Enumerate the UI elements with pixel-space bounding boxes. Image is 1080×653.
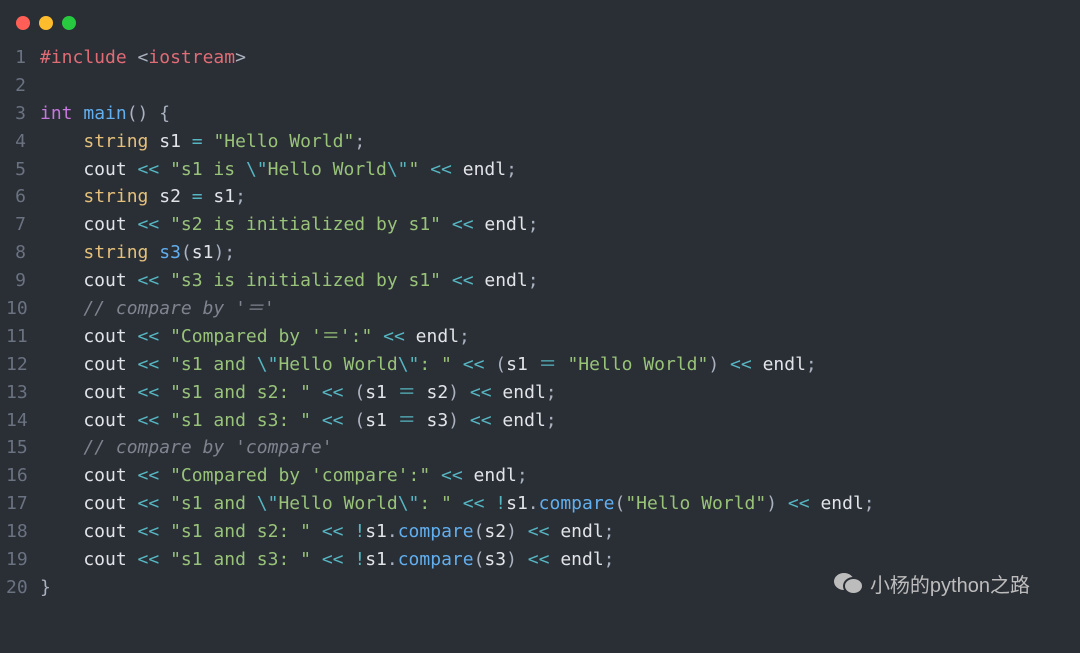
line-number: 12 [6,351,40,379]
code-line[interactable]: 16 cout << "Compared by 'compare':" << e… [6,462,1074,490]
code-line[interactable]: 12 cout << "s1 and \"Hello World\": " <<… [6,351,1074,379]
minimize-icon[interactable] [39,16,53,30]
line-number: 1 [6,44,40,72]
code-line[interactable]: 4 string s1 = "Hello World"; [6,128,1074,156]
line-number: 18 [6,518,40,546]
line-content[interactable]: cout << "s1 and \"Hello World\": " << !s… [40,490,875,518]
code-line[interactable]: 17 cout << "s1 and \"Hello World\": " <<… [6,490,1074,518]
line-number: 14 [6,407,40,435]
line-number: 9 [6,267,40,295]
code-line[interactable]: 2 [6,72,1074,100]
line-content[interactable] [40,72,51,100]
line-number: 5 [6,156,40,184]
code-line[interactable]: 11 cout << "Compared by '＝':" << endl; [6,323,1074,351]
line-content[interactable]: cout << "s2 is initialized by s1" << end… [40,211,539,239]
line-number: 10 [6,295,40,323]
watermark: 小杨的python之路 [834,569,1030,598]
code-line[interactable]: 7 cout << "s2 is initialized by s1" << e… [6,211,1074,239]
code-line[interactable]: 18 cout << "s1 and s2: " << !s1.compare(… [6,518,1074,546]
line-number: 15 [6,434,40,462]
code-line[interactable]: 10 // compare by '＝' [6,295,1074,323]
line-content[interactable]: cout << "s1 and s2: " << (s1 ＝ s2) << en… [40,379,557,407]
line-content[interactable]: string s1 = "Hello World"; [40,128,365,156]
code-line[interactable]: 8 string s3(s1); [6,239,1074,267]
line-number: 11 [6,323,40,351]
line-number: 8 [6,239,40,267]
line-number: 16 [6,462,40,490]
code-line[interactable]: 9 cout << "s3 is initialized by s1" << e… [6,267,1074,295]
line-number: 3 [6,100,40,128]
line-content[interactable]: // compare by 'compare' [40,434,333,462]
line-number: 19 [6,546,40,574]
line-number: 2 [6,72,40,100]
line-content[interactable]: } [40,574,51,602]
line-content[interactable]: // compare by '＝' [40,295,275,323]
line-number: 6 [6,183,40,211]
line-content[interactable]: cout << "s1 and s3: " << (s1 ＝ s3) << en… [40,407,557,435]
code-line[interactable]: 15 // compare by 'compare' [6,434,1074,462]
window-traffic-lights [6,12,1074,44]
line-content[interactable]: cout << "Compared by 'compare':" << endl… [40,462,528,490]
line-number: 13 [6,379,40,407]
line-number: 17 [6,490,40,518]
line-number: 4 [6,128,40,156]
code-line[interactable]: 13 cout << "s1 and s2: " << (s1 ＝ s2) <<… [6,379,1074,407]
code-line[interactable]: 1#include <iostream> [6,44,1074,72]
watermark-text: 小杨的python之路 [870,569,1030,598]
line-content[interactable]: #include <iostream> [40,44,246,72]
line-content[interactable]: int main() { [40,100,170,128]
line-content[interactable]: string s2 = s1; [40,183,246,211]
code-line[interactable]: 3int main() { [6,100,1074,128]
line-content[interactable]: cout << "s1 and \"Hello World\": " << (s… [40,351,817,379]
line-content[interactable]: cout << "s3 is initialized by s1" << end… [40,267,539,295]
code-line[interactable]: 5 cout << "s1 is \"Hello World\"" << end… [6,156,1074,184]
line-number: 7 [6,211,40,239]
line-content[interactable]: cout << "Compared by '＝':" << endl; [40,323,470,351]
line-content[interactable]: cout << "s1 and s3: " << !s1.compare(s3)… [40,546,615,574]
line-content[interactable]: string s3(s1); [40,239,235,267]
line-content[interactable]: cout << "s1 is \"Hello World\"" << endl; [40,156,517,184]
close-icon[interactable] [16,16,30,30]
line-content[interactable]: cout << "s1 and s2: " << !s1.compare(s2)… [40,518,615,546]
code-line[interactable]: 14 cout << "s1 and s3: " << (s1 ＝ s3) <<… [6,407,1074,435]
wechat-icon [834,571,864,597]
code-editor[interactable]: 1#include <iostream>2 3int main() {4 str… [6,44,1074,602]
maximize-icon[interactable] [62,16,76,30]
line-number: 20 [6,574,40,602]
code-line[interactable]: 6 string s2 = s1; [6,183,1074,211]
